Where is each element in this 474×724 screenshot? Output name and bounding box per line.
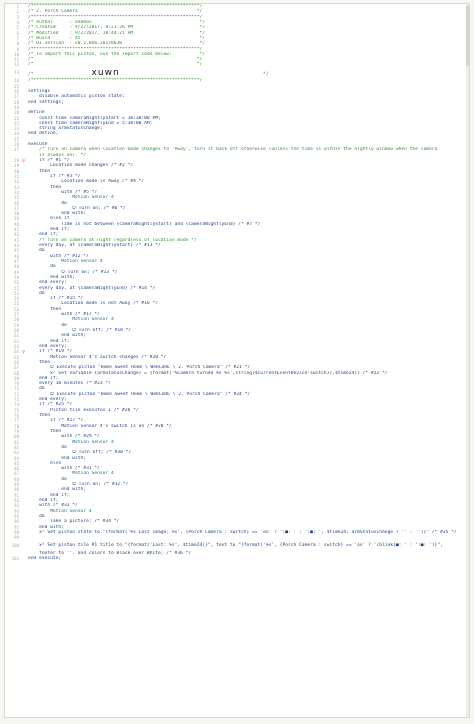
line-number: 101 xyxy=(11,556,19,562)
code-text: /* xuwn */ xyxy=(28,67,269,78)
gutter xyxy=(21,541,28,552)
code-text: end execute; xyxy=(28,556,62,562)
code-line[interactable]: 100 x² Set piston tile #1 title to "{for… xyxy=(5,541,469,552)
code-line[interactable]: 13 /* xuwn */ xyxy=(5,68,469,79)
line-number: 100 xyxy=(11,542,19,548)
code-line[interactable]: 101 end execute; xyxy=(5,556,469,561)
scrollbar-thumb[interactable] xyxy=(466,6,469,66)
gutter xyxy=(21,556,28,561)
gutter xyxy=(21,68,28,79)
import-code-logo: xuwn xyxy=(91,67,120,78)
line-number: 13 xyxy=(14,69,19,75)
code-text: x² Set piston tile #1 title to "{format(… xyxy=(28,542,443,548)
scrollbar[interactable] xyxy=(466,4,469,717)
code-lines: 1/**************************************… xyxy=(5,4,469,562)
code-editor: 1/**************************************… xyxy=(4,3,470,718)
